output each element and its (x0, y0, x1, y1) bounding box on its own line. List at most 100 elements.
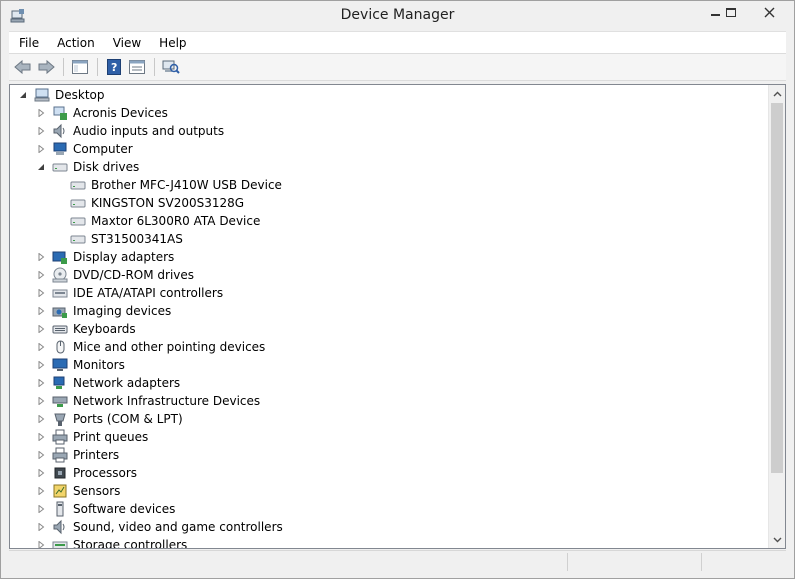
help-button[interactable]: ? (103, 56, 125, 78)
expand-arrow-icon[interactable] (36, 522, 46, 532)
expand-arrow-icon[interactable] (36, 288, 46, 298)
expand-arrow-icon[interactable] (36, 306, 46, 316)
tree-item[interactable]: IDE ATA/ATAPI controllers (36, 284, 223, 302)
tree-item[interactable]: Print queues (36, 428, 148, 446)
scrollbar-thumb[interactable] (771, 103, 783, 473)
tree-item[interactable]: Monitors (36, 356, 125, 374)
scan-hardware-changes-button[interactable] (160, 56, 182, 78)
tree-item[interactable]: KINGSTON SV200S3128G (54, 194, 244, 212)
tree-item[interactable]: Network adapters (36, 374, 180, 392)
tree-item-label: Acronis Devices (73, 106, 168, 120)
device-tree-pane[interactable]: Desktop Acronis Devices Audio inputs and … (9, 84, 786, 549)
tree-item[interactable]: Software devices (36, 500, 175, 518)
sound-controller-icon (52, 519, 68, 535)
tree-item[interactable]: DVD/CD-ROM drives (36, 266, 194, 284)
tree-item[interactable]: Printers (36, 446, 119, 464)
menu-view[interactable]: View (104, 32, 150, 54)
tree-root-desktop[interactable]: Desktop (18, 86, 105, 104)
tree-item[interactable]: Disk drives (36, 158, 139, 176)
tree-item-label: Mice and other pointing devices (73, 340, 266, 354)
network-infrastructure-icon (52, 393, 68, 409)
mouse-icon (52, 339, 68, 355)
tree-item-label: Imaging devices (73, 304, 172, 318)
tree-item-label: Printers (73, 448, 120, 462)
tree-item-label: Storage controllers (73, 538, 188, 548)
processor-icon (52, 465, 68, 481)
tree-item-label: IDE ATA/ATAPI controllers (73, 286, 224, 300)
dvd-drive-icon (52, 267, 68, 283)
tree-item[interactable]: Network Infrastructure Devices (36, 392, 260, 410)
tree-item[interactable]: Brother MFC-J410W USB Device (54, 176, 282, 194)
menu-help[interactable]: Help (150, 32, 195, 54)
back-button[interactable] (12, 56, 34, 78)
expand-arrow-icon[interactable] (36, 324, 46, 334)
expand-arrow-icon[interactable] (36, 108, 46, 118)
show-hide-console-tree-button[interactable] (69, 56, 91, 78)
computer-icon (52, 141, 68, 157)
tree-item[interactable]: Audio inputs and outputs (36, 122, 224, 140)
tree-item[interactable]: Processors (36, 464, 137, 482)
properties-icon (129, 60, 145, 74)
camera-icon (52, 303, 68, 319)
expand-arrow-icon[interactable] (36, 468, 46, 478)
tree-item-label: Monitors (73, 358, 125, 372)
expand-arrow-icon[interactable] (36, 126, 46, 136)
acronis-device-icon (52, 105, 68, 121)
tree-item[interactable]: Computer (36, 140, 133, 158)
scroll-down-button[interactable] (769, 531, 785, 548)
disk-drive-icon (70, 231, 86, 247)
tree-item[interactable]: Mice and other pointing devices (36, 338, 265, 356)
port-icon (52, 411, 68, 427)
tree-item-label: Disk drives (73, 160, 140, 174)
properties-button[interactable] (126, 56, 148, 78)
menu-action[interactable]: Action (48, 32, 104, 54)
expand-arrow-icon[interactable] (36, 540, 46, 548)
expand-arrow-icon[interactable] (36, 414, 46, 424)
tree-item-label: Software devices (73, 502, 176, 516)
expand-arrow-icon[interactable] (36, 144, 46, 154)
expand-arrow-icon[interactable] (36, 486, 46, 496)
expand-arrow-icon[interactable] (36, 270, 46, 280)
expand-arrow-icon[interactable] (36, 504, 46, 514)
svg-text:?: ? (111, 61, 117, 74)
expand-arrow-icon[interactable] (36, 432, 46, 442)
tree-item[interactable]: Sensors (36, 482, 120, 500)
expand-arrow-icon[interactable] (36, 252, 46, 262)
tree-item[interactable]: Ports (COM & LPT) (36, 410, 183, 428)
chevron-down-icon (773, 537, 781, 542)
title-bar[interactable]: Device Manager (1, 1, 794, 31)
expand-arrow-icon[interactable] (36, 378, 46, 388)
tree-item[interactable]: Acronis Devices (36, 104, 168, 122)
tree-item-label: Keyboards (73, 322, 136, 336)
chevron-up-icon (773, 91, 781, 96)
tree-item[interactable]: Keyboards (36, 320, 136, 338)
expand-arrow-icon[interactable] (36, 396, 46, 406)
window-title: Device Manager (340, 7, 455, 23)
tree-item[interactable]: Imaging devices (36, 302, 171, 320)
menu-file[interactable]: File (9, 32, 48, 54)
forward-button[interactable] (35, 56, 57, 78)
tree-item[interactable]: Display adapters (36, 248, 174, 266)
tree-item-label: Computer (73, 142, 133, 156)
close-icon (764, 7, 774, 17)
expand-arrow-icon[interactable] (36, 342, 46, 352)
maximize-button[interactable] (716, 1, 746, 23)
scroll-up-button[interactable] (769, 85, 785, 102)
tree-item-label: Processors (73, 466, 138, 480)
scan-hardware-changes-icon (162, 60, 180, 74)
vertical-scrollbar[interactable] (768, 85, 785, 548)
expand-arrow-icon[interactable] (36, 450, 46, 460)
close-button[interactable] (746, 1, 792, 23)
tree-item-label: Audio inputs and outputs (73, 124, 225, 138)
tree-item[interactable]: Sound, video and game controllers (36, 518, 283, 536)
tree-item-label: Print queues (73, 430, 149, 444)
tree-item-label: Network Infrastructure Devices (73, 394, 261, 408)
tree-item[interactable]: Maxtor 6L300R0 ATA Device (54, 212, 260, 230)
collapse-arrow-icon[interactable] (18, 90, 28, 100)
tree-item[interactable]: Storage controllers (36, 536, 187, 548)
tree-item[interactable]: ST31500341AS (54, 230, 183, 248)
expand-arrow-icon[interactable] (36, 360, 46, 370)
collapse-arrow-icon[interactable] (36, 162, 46, 172)
ide-controller-icon (52, 285, 68, 301)
tree-item-label: Sound, video and game controllers (73, 520, 283, 534)
